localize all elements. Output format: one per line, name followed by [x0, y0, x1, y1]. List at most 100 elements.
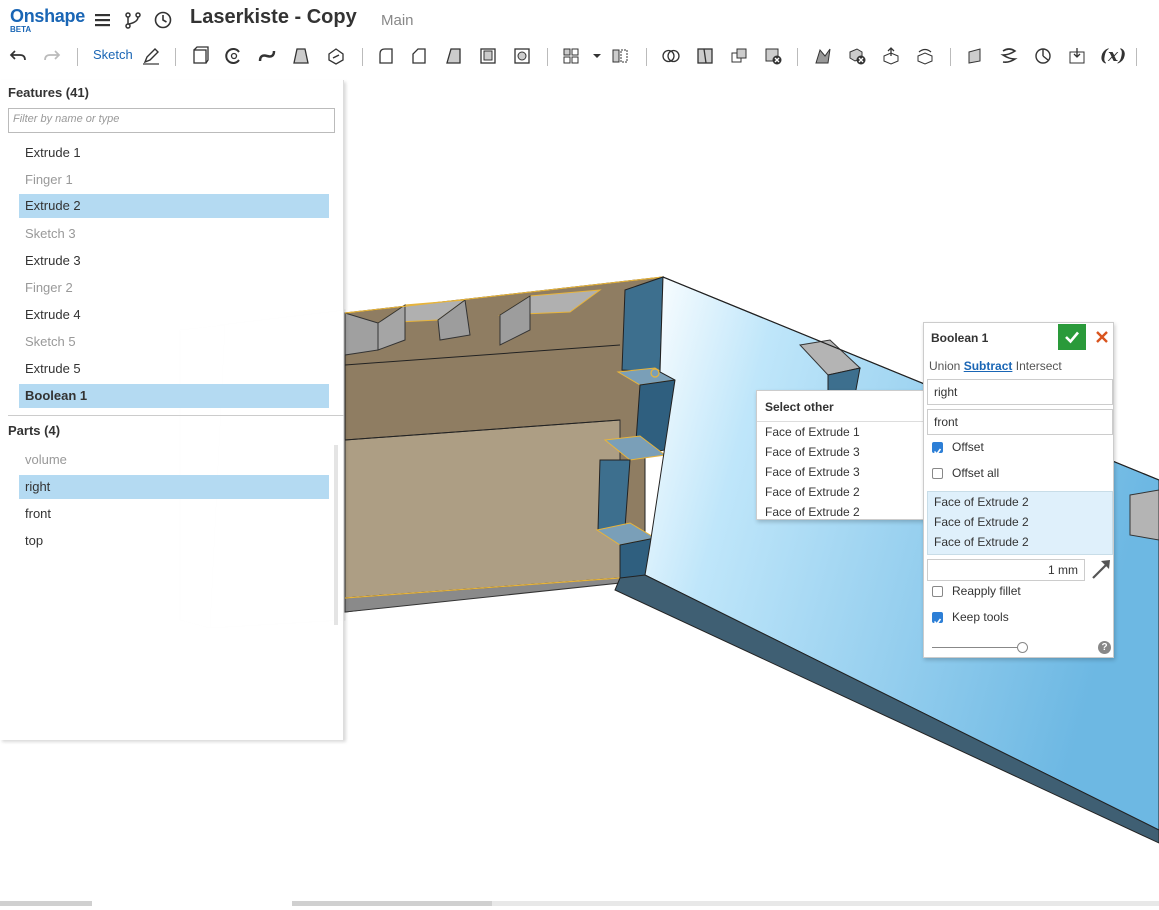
- delete-part-icon[interactable]: [762, 45, 784, 67]
- feature-item[interactable]: Extrude 3: [19, 249, 329, 273]
- feature-item[interactable]: Finger 1: [19, 168, 329, 192]
- feature-item[interactable]: Boolean 1: [19, 384, 329, 408]
- list-item[interactable]: Face of Extrude 3: [757, 442, 925, 462]
- toolbar-divider: [1136, 48, 1137, 66]
- list-item[interactable]: Face of Extrude 2: [928, 532, 1112, 552]
- sketch-button[interactable]: Sketch: [93, 47, 133, 62]
- undo-icon[interactable]: [7, 45, 29, 67]
- offset-checkbox[interactable]: [932, 442, 943, 456]
- document-title[interactable]: Laserkiste - Copy: [190, 6, 357, 29]
- tab-part-studio[interactable]: [0, 901, 92, 906]
- select-other-title: Select other: [765, 400, 834, 414]
- tab-union[interactable]: Union: [929, 359, 960, 373]
- part-item[interactable]: front: [19, 502, 329, 526]
- replace-face-icon[interactable]: [914, 45, 936, 67]
- chevron-down-icon[interactable]: [586, 45, 608, 67]
- sketch-pencil-icon[interactable]: [140, 45, 162, 67]
- variable-button[interactable]: (x): [1100, 46, 1126, 66]
- help-icon[interactable]: ?: [1098, 641, 1111, 654]
- list-item[interactable]: Face of Extrude 2: [757, 502, 925, 519]
- features-heading[interactable]: Features (41): [8, 85, 89, 100]
- keep-tools-checkbox[interactable]: [932, 612, 943, 626]
- part-item[interactable]: volume: [19, 448, 329, 472]
- feature-item[interactable]: Extrude 4: [19, 303, 329, 327]
- targets-field[interactable]: front: [927, 409, 1113, 435]
- move-face-icon[interactable]: [880, 45, 902, 67]
- sweep-icon[interactable]: [256, 45, 278, 67]
- feature-item[interactable]: Sketch 5: [19, 330, 329, 354]
- dialog-title: Boolean 1: [931, 331, 989, 345]
- thicken-icon[interactable]: [325, 45, 347, 67]
- tab-subtract[interactable]: Subtract: [964, 359, 1013, 373]
- list-item[interactable]: Face of Extrude 1: [757, 422, 925, 442]
- operation-tabs: Union Subtract Intersect: [929, 359, 1062, 373]
- offset-label: Offset: [952, 440, 984, 454]
- offset-faces-list[interactable]: Face of Extrude 2 Face of Extrude 2 Face…: [927, 491, 1113, 555]
- list-item[interactable]: Face of Extrude 2: [928, 492, 1112, 512]
- onshape-logo[interactable]: Onshape BETA: [10, 6, 85, 34]
- mirror-icon[interactable]: [609, 45, 631, 67]
- feature-list-panel: Features (41) Filter by name or type Ext…: [0, 80, 344, 740]
- tools-field[interactable]: right: [927, 379, 1113, 405]
- branch-name[interactable]: Main: [381, 12, 414, 29]
- modify-fillet-icon[interactable]: [812, 45, 834, 67]
- transform-icon[interactable]: [728, 45, 750, 67]
- reapply-fillet-label: Reapply fillet: [952, 584, 1021, 598]
- feature-item[interactable]: Extrude 1: [19, 141, 329, 165]
- flip-direction-icon[interactable]: [1089, 557, 1113, 581]
- list-item[interactable]: Face of Extrude 3: [757, 462, 925, 482]
- transparency-slider[interactable]: [932, 647, 1026, 648]
- part-item[interactable]: right: [19, 475, 329, 499]
- boolean-icon[interactable]: [660, 45, 682, 67]
- pattern-icon[interactable]: [560, 45, 582, 67]
- feature-item[interactable]: Finger 2: [19, 276, 329, 300]
- confirm-button[interactable]: [1058, 324, 1086, 350]
- offset-distance-input[interactable]: 1 mm: [927, 559, 1085, 581]
- bottom-tab-strip: [0, 901, 1159, 906]
- tab-intersect[interactable]: Intersect: [1016, 359, 1062, 373]
- history-icon[interactable]: [152, 9, 174, 31]
- toolbar-divider: [362, 48, 363, 66]
- tab-assembly[interactable]: [292, 901, 492, 906]
- feature-item[interactable]: Sketch 3: [19, 222, 329, 246]
- delete-face-icon[interactable]: [846, 45, 868, 67]
- feature-filter-input[interactable]: Filter by name or type: [8, 108, 335, 133]
- top-bar: Onshape BETA Laserkiste - Copy Main: [0, 0, 1159, 40]
- part-item[interactable]: top: [19, 529, 329, 553]
- toolbar-divider: [797, 48, 798, 66]
- helix-icon[interactable]: [998, 45, 1020, 67]
- redo-icon[interactable]: [41, 45, 63, 67]
- split-icon[interactable]: [694, 45, 716, 67]
- offset-all-checkbox[interactable]: [932, 468, 943, 479]
- logo-badge: BETA: [10, 25, 32, 34]
- feature-item[interactable]: Extrude 2: [19, 194, 329, 218]
- reapply-fillet-checkbox[interactable]: [932, 586, 943, 597]
- draft-icon[interactable]: [443, 45, 465, 67]
- cancel-button[interactable]: [1092, 327, 1112, 347]
- menu-icon[interactable]: [92, 9, 114, 31]
- loft-icon[interactable]: [290, 45, 312, 67]
- mate-connector-icon[interactable]: [1032, 45, 1054, 67]
- toolbar-divider: [547, 48, 548, 66]
- panel-scrollbar[interactable]: [334, 445, 338, 625]
- chamfer-icon[interactable]: [408, 45, 430, 67]
- extrude-icon[interactable]: [189, 45, 211, 67]
- select-other-list[interactable]: Face of Extrude 1 Face of Extrude 3 Face…: [757, 421, 925, 519]
- import-icon[interactable]: [1066, 45, 1088, 67]
- shell-icon[interactable]: [477, 45, 499, 67]
- plane-icon[interactable]: [964, 45, 986, 67]
- tab-active[interactable]: [92, 901, 292, 906]
- parts-heading[interactable]: Parts (4): [8, 423, 60, 438]
- list-item[interactable]: Face of Extrude 2: [928, 512, 1112, 532]
- hole-icon[interactable]: [511, 45, 533, 67]
- fillet-icon[interactable]: [375, 45, 397, 67]
- revolve-icon[interactable]: [222, 45, 244, 67]
- check-icon: [1065, 331, 1079, 344]
- toolbar-divider: [77, 48, 78, 66]
- list-item[interactable]: Face of Extrude 2: [757, 482, 925, 502]
- feature-item[interactable]: Extrude 5: [19, 357, 329, 381]
- boolean-feature-dialog: Boolean 1 Union Subtract Intersect right…: [923, 322, 1114, 658]
- slider-handle[interactable]: [1017, 642, 1028, 653]
- branch-icon[interactable]: [122, 9, 144, 31]
- feature-toolbar: Sketch (x): [0, 40, 1159, 72]
